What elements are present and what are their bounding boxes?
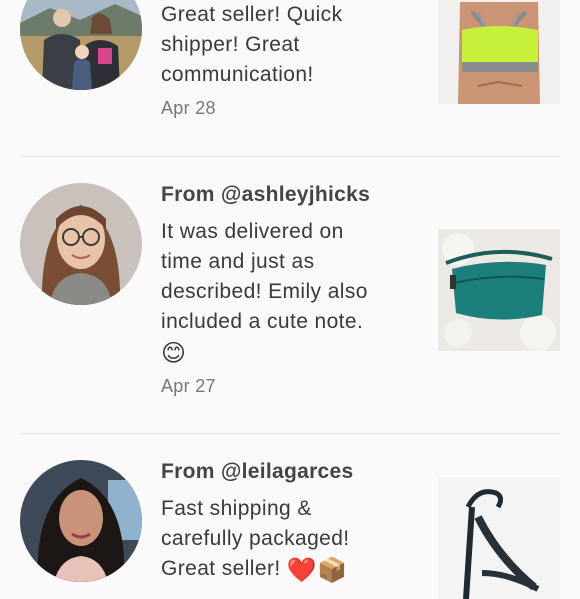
smiling-face-emoji: 😊 [161, 339, 187, 367]
reviewer-handle[interactable]: From @leilagarces [161, 458, 416, 486]
reviewer-avatar[interactable] [20, 0, 142, 90]
review-text-line: Fast shipping & [161, 497, 312, 520]
review-text-line: included a cute note. [161, 310, 364, 333]
review-date: Apr 27 [161, 376, 216, 396]
neon-sports-bra-photo-icon [438, 0, 560, 104]
woman-portrait-photo-icon [20, 460, 142, 582]
item-thumbnail[interactable] [438, 477, 560, 599]
black-heeled-sandal-photo-icon [438, 477, 560, 599]
review-text-line: communication! [161, 63, 314, 86]
review-text: Fast shipping & carefully packaged! Grea… [161, 494, 416, 585]
review-text: It was delivered on time and just as des… [161, 217, 416, 368]
woman-with-glasses-photo-icon [20, 183, 142, 305]
teal-belt-bag-photo-icon [438, 229, 560, 351]
item-thumbnail[interactable] [438, 229, 560, 351]
review-text-line: Great seller! Quick [161, 3, 343, 26]
review-text-line: It was delivered on [161, 220, 344, 243]
divider [20, 433, 560, 434]
reviewer-avatar[interactable] [20, 183, 142, 305]
item-thumbnail[interactable] [438, 0, 560, 104]
review-text-line: Great seller! [161, 557, 287, 580]
couple-with-child-photo-icon [20, 0, 142, 90]
review-text-line: shipper! Great [161, 33, 300, 56]
review-text-line: time and just as [161, 250, 315, 273]
reviewer-avatar[interactable] [20, 460, 142, 582]
review-text-line: described! Emily also [161, 280, 368, 303]
review-date: Apr 28 [161, 98, 216, 118]
review-text: Great seller! Quick shipper! Great commu… [161, 0, 416, 90]
reviewer-handle[interactable]: From @ashleyjhicks [161, 181, 416, 209]
reviews-feed: Great seller! Quick shipper! Great commu… [0, 0, 580, 599]
review-text-line: carefully packaged! [161, 527, 350, 550]
divider [20, 156, 560, 157]
